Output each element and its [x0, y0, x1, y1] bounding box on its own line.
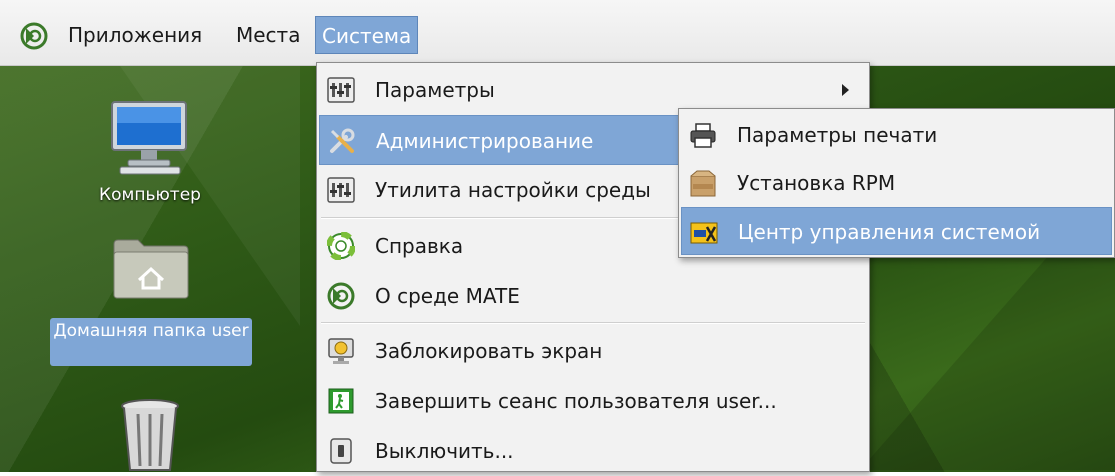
- mate-logo-icon: [327, 282, 355, 310]
- home-folder-icon[interactable]: [112, 236, 190, 300]
- menu-item-label: Установка RPM: [737, 171, 896, 195]
- system-menu[interactable]: Система: [315, 16, 419, 54]
- menu-item-label: О среде MATE: [375, 284, 520, 308]
- menu-item-label: Параметры: [375, 78, 495, 102]
- places-menu[interactable]: Места: [230, 16, 306, 54]
- menu-item-system-control-center[interactable]: Центр управления системой: [681, 207, 1112, 255]
- help-lifebuoy-icon: [327, 232, 355, 260]
- mate-logo-icon[interactable]: [20, 22, 48, 50]
- menu-separator: [321, 322, 865, 324]
- logout-icon: [328, 388, 354, 414]
- menu-item-print-settings[interactable]: Параметры печати: [681, 111, 1112, 159]
- preferences-icon: [327, 77, 355, 103]
- menu-item-label: Центр управления системой: [738, 220, 1041, 244]
- menu-item-label: Утилита настройки среды: [375, 178, 651, 202]
- printer-icon: [690, 123, 716, 148]
- rpm-package-icon: [690, 170, 716, 197]
- menu-item-install-rpm[interactable]: Установка RPM: [681, 159, 1112, 207]
- administration-submenu: Параметры печати Установка RPM Центр упр…: [678, 108, 1115, 258]
- menu-item-label: Завершить сеанс пользователя user...: [375, 389, 777, 413]
- menu-item-label: Администрирование: [376, 129, 594, 153]
- menu-item-logout[interactable]: Завершить сеанс пользователя user...: [319, 376, 867, 426]
- menu-item-label: Выключить...: [375, 439, 514, 463]
- applications-menu[interactable]: Приложения: [62, 16, 208, 54]
- menu-item-about-mate[interactable]: О среде MATE: [319, 271, 867, 321]
- submenu-arrow-icon: [842, 84, 849, 96]
- top-panel: Приложения Места Система: [0, 0, 1115, 66]
- alt-control-center-icon: [690, 222, 718, 244]
- computer-label[interactable]: Компьютер: [80, 184, 220, 206]
- tools-icon: [330, 128, 355, 153]
- menu-item-label: Справка: [375, 234, 464, 258]
- menu-item-label: Параметры печати: [737, 123, 938, 147]
- trash-icon[interactable]: [118, 398, 182, 472]
- menu-item-label: Заблокировать экран: [375, 339, 603, 363]
- lock-screen-icon: [328, 338, 354, 364]
- control-center-icon: [327, 177, 355, 203]
- computer-icon[interactable]: [108, 100, 190, 176]
- menu-item-shutdown[interactable]: Выключить...: [319, 426, 867, 476]
- home-folder-label[interactable]: Домашняя папка user: [50, 318, 252, 366]
- shutdown-icon: [330, 438, 352, 464]
- menu-item-lock-screen[interactable]: Заблокировать экран: [319, 326, 867, 376]
